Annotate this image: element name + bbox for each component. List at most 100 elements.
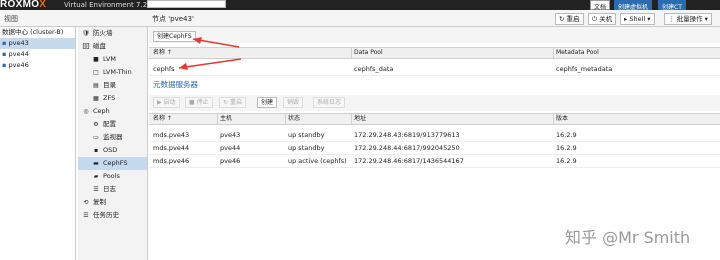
search-input[interactable]	[147, 0, 226, 8]
menu-item[interactable]: ▭ 监视器	[78, 131, 147, 144]
start-button[interactable]: ▶ 启动	[153, 97, 180, 108]
table-cell: 16.2.9	[556, 144, 577, 152]
tree-item-pve43[interactable]: ▪ pve43	[0, 38, 75, 49]
table-cell: mds.pve46	[153, 157, 190, 165]
table-row[interactable]: mds.pve46 pve46 up active (cephfs) 172.29.2…	[149, 155, 720, 168]
annotation-arrows	[178, 37, 242, 70]
menu-item-label: 复制	[93, 198, 106, 206]
table-cell: pve43	[220, 131, 241, 139]
watermark: 知乎 @Mr Smith	[565, 228, 691, 247]
view-selector[interactable]: 视图	[4, 14, 18, 24]
column-header[interactable]: 名称 ↑	[153, 114, 213, 124]
log-icon: ☰	[93, 186, 99, 193]
docs-button[interactable]: 文档	[590, 0, 611, 11]
menu-item[interactable]: ⚙ 配置	[78, 118, 147, 131]
monitor-icon: ▭	[93, 134, 99, 141]
column-header[interactable]: 主机	[217, 114, 281, 124]
restart-button[interactable]: ↻ 重启	[219, 97, 246, 108]
chevron-down-icon: ▾	[645, 15, 651, 23]
menu-item-label: ZFS	[103, 94, 116, 102]
menu-item-label: LVM	[103, 55, 116, 63]
destroy-button[interactable]: 销毁	[283, 97, 304, 108]
table-cell: up active (cephfs)	[288, 157, 347, 165]
menu-item[interactable]: ☰ 任务历史	[78, 209, 147, 222]
menu-item-label: 配置	[103, 120, 116, 128]
logo: ROXMOX	[0, 0, 47, 10]
table-cell: pve44	[220, 144, 241, 152]
menu-item[interactable]: ▤ 目录	[78, 79, 147, 92]
ceph-icon: ◎	[83, 108, 89, 115]
menu-item-label: CephFS	[103, 159, 128, 167]
tree-item-pve46[interactable]: ▪ pve46	[0, 60, 75, 71]
syslog-button[interactable]: 系统日志	[313, 97, 346, 108]
create-mds-button[interactable]: 创建	[257, 97, 278, 108]
content-header: 视图 节点 'pve43' ↻ 重启 ⏻ 关机 ▸ Shell ▾ ⋮ 批量操作…	[0, 10, 720, 27]
menu-item-label: 磁盘	[93, 42, 106, 50]
stop-button[interactable]: ■ 停止	[185, 97, 213, 108]
table-row[interactable]: mds.pve44 pve44 up standby 172.29.248.44:68…	[149, 142, 720, 155]
column-header[interactable]: 地址	[351, 114, 551, 124]
menu-item-pools[interactable]: ▰ Pools	[78, 170, 147, 183]
table-cell: 172.29.248.43:6819/913779613	[354, 131, 460, 139]
shutdown-button[interactable]: ⏻ 关机	[588, 13, 617, 25]
node-icon: ▪	[2, 61, 7, 69]
menu-item-label: Ceph	[93, 107, 110, 115]
shell-button[interactable]: ▸ Shell ▾	[620, 13, 655, 25]
osd-icon: ▪	[93, 147, 99, 154]
table-row[interactable]: mds.pve43 pve43 up standby 172.29.248.43:68…	[149, 129, 720, 142]
menu-item-label: OSD	[103, 146, 118, 154]
menu-item-label: 日志	[103, 185, 116, 193]
disk-icon: 🗄	[82, 43, 90, 50]
resource-tree: 数据中心 (cluster-B) ▪ pve43 ▪ pve44 ▪ pve46	[0, 27, 76, 260]
menu-item-label: 监视器	[103, 133, 123, 141]
tree-item-datacenter[interactable]: 数据中心 (cluster-B)	[0, 27, 75, 38]
mds-toolbar: ▶ 启动 ■ 停止 ↻ 重启 创建 销毁 系统日志	[149, 95, 720, 111]
pools-icon: ▰	[93, 173, 99, 180]
column-header[interactable]: 版本	[553, 114, 720, 124]
menu-item-label: Pools	[103, 172, 120, 180]
menu-item-cephfs[interactable]: ▬ CephFS	[78, 157, 147, 170]
stop-icon: ■	[189, 99, 197, 106]
menu-item-label: LVM-Thin	[103, 68, 132, 76]
table-cell: 172.29.248.44:6817/992045250	[354, 144, 460, 152]
table-cell: up standby	[288, 144, 325, 152]
menu-item-ceph[interactable]: ◎ Ceph	[78, 105, 147, 118]
reboot-icon: ↻	[559, 15, 567, 23]
node-menu: 🛡 防火墙 🗄 磁盘 ■ LVM □ LVM-Thin ▤ 目录 ▦ ZFS ◎ Ceph ⚙ 配置 ▭ 监视器 ▪…	[78, 27, 148, 260]
page-title: 节点 'pve43'	[152, 15, 194, 23]
chevron-down-icon: ▾	[702, 15, 708, 23]
menu-item-lvm-thin[interactable]: □ LVM-Thin	[78, 66, 147, 79]
menu-item-zfs[interactable]: ▦ ZFS	[78, 92, 147, 105]
menu-item-label: 防火墙	[93, 29, 113, 37]
restart-icon: ↻	[223, 99, 230, 106]
menu-item[interactable]: 🗄 磁盘	[78, 40, 147, 53]
table-cell: mds.pve44	[153, 144, 190, 152]
tree-item-pve44[interactable]: ▪ pve44	[0, 49, 75, 60]
bulk-actions-button[interactable]: ⋮ 批量操作 ▾	[664, 13, 712, 25]
replication-icon: ⟲	[83, 199, 89, 206]
reboot-button[interactable]: ↻ 重启	[555, 13, 584, 25]
version-label: Virtual Environment 7.2-7	[64, 1, 155, 9]
zfs-icon: ▦	[93, 95, 99, 102]
create-vm-button[interactable]: 创建虚拟机	[614, 0, 653, 11]
menu-item-label: 任务历史	[93, 211, 119, 219]
lvm-thin-icon: □	[93, 69, 99, 76]
column-header[interactable]: 状态	[285, 114, 351, 124]
table-cell: 172.29.248.46:6817/1436544167	[354, 157, 464, 165]
menu-item[interactable]: 🛡 防火墙	[78, 27, 147, 40]
folder-icon: ▤	[93, 82, 99, 89]
node-icon: ▪	[2, 50, 7, 58]
list-icon: ⋮	[668, 15, 677, 23]
top-bar: ROXMOX Virtual Environment 7.2-7 文档 创建虚拟…	[0, 0, 720, 11]
table-cell: 16.2.9	[556, 157, 577, 165]
menu-item-lvm[interactable]: ■ LVM	[78, 53, 147, 66]
menu-item-osd[interactable]: ▪ OSD	[78, 144, 147, 157]
create-ct-button[interactable]: 创建CT	[658, 0, 686, 11]
cephfs-icon: ▬	[93, 160, 99, 167]
menu-item-label: 目录	[103, 81, 116, 89]
table-cell: up standby	[288, 131, 325, 139]
menu-item[interactable]: ☰ 日志	[78, 183, 147, 196]
lvm-icon: ■	[93, 56, 99, 63]
menu-item[interactable]: ⟲ 复制	[78, 196, 147, 209]
node-icon: ▪	[2, 39, 7, 47]
